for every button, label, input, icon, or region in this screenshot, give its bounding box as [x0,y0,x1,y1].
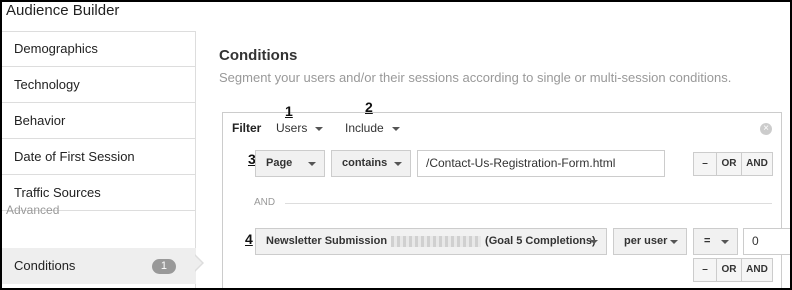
redacted-text [391,235,482,247]
operator-select[interactable]: contains [331,150,411,177]
page-description: Segment your users and/or their sessions… [219,70,732,85]
page-title: Conditions [219,47,298,64]
metric-value-input[interactable]: 0 [743,228,790,255]
sidebar-item-behavior[interactable]: Behavior [2,103,196,139]
scope-value: Users [276,121,308,135]
annotation-4: 4 [245,231,253,247]
filter-label: Filter [232,121,262,135]
chevron-down-icon [391,126,400,131]
operator-value: contains [342,157,388,169]
comparator-value: = [704,235,711,247]
separator-line [285,203,772,204]
and-button[interactable]: AND [741,258,773,282]
and-button[interactable]: AND [741,152,773,176]
sidebar-item-demographics[interactable]: Demographics [2,31,196,67]
metric-select[interactable]: Newsletter Submission (Goal 5 Completions… [255,228,607,255]
mode-dropdown[interactable]: Include [345,121,400,135]
mode-value: Include [345,121,384,135]
active-pointer-arrow [194,254,204,272]
sidebar-item-date-of-first-session[interactable]: Date of First Session [2,139,196,175]
or-button[interactable]: OR [716,258,742,282]
audience-builder-window: Audience Builder Demographics Technology… [0,0,792,290]
per-user-value: per user [624,235,668,247]
chevron-down-icon [670,240,678,244]
close-circle-icon[interactable]: × [760,123,772,135]
or-button[interactable]: OR [716,152,742,176]
app-title: Audience Builder [6,2,120,19]
metric-name: Newsletter Submission [266,235,388,247]
remove-condition-button[interactable]: – [693,152,717,176]
sidebar-section-advanced: Advanced [6,203,60,217]
per-user-select[interactable]: per user [613,228,687,255]
conditions-count-badge: 1 [151,259,176,274]
and-separator-label: AND [254,197,276,208]
scope-dropdown[interactable]: Users [276,121,324,135]
chevron-down-icon [394,162,402,166]
page-value-input[interactable]: /Contact-Us-Registration-Form.html [417,150,665,177]
chevron-down-icon [308,162,316,166]
sidebar-item-technology[interactable]: Technology [2,67,196,103]
sidebar-item-label: Conditions [14,258,76,273]
comparator-select[interactable]: = [693,228,738,255]
annotation-2: 2 [365,99,373,115]
sidebar-item-conditions[interactable]: Conditions 1 [2,248,196,284]
remove-condition-button[interactable]: – [693,258,717,282]
annotation-1: 1 [285,103,293,119]
chevron-down-icon [590,240,598,244]
chevron-down-icon [315,126,324,131]
dimension-value: Page [266,157,293,169]
metric-suffix: (Goal 5 Completions) [485,235,596,247]
chevron-down-icon [721,240,729,244]
dimension-select[interactable]: Page [255,150,325,177]
